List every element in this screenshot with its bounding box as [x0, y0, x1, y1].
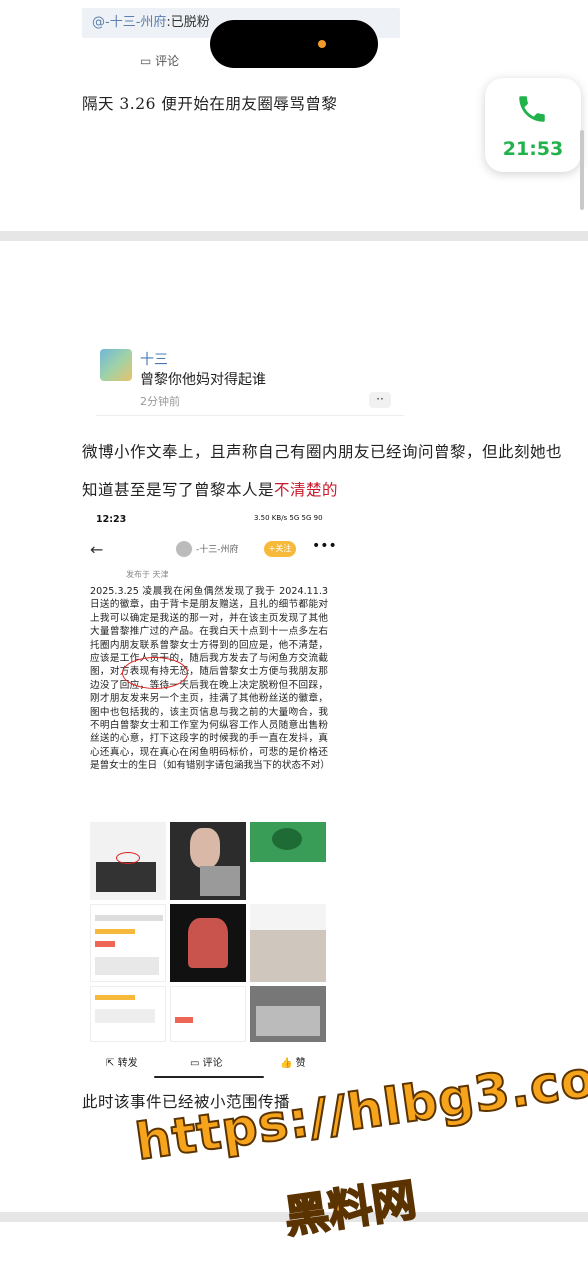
account-name[interactable]: -十三-州府 — [196, 542, 239, 555]
comment-button[interactable]: ▭ 评论 — [190, 1054, 223, 1069]
grid-image-4[interactable] — [90, 904, 166, 982]
repost-button[interactable]: ⇱ 转发 — [106, 1054, 138, 1069]
avatar[interactable] — [100, 349, 132, 381]
paragraph-3-text: 知道甚至是写了曾黎本人是 — [82, 481, 275, 499]
call-duration: 21:53 — [502, 138, 564, 160]
weibo-text: 曾黎你他妈对得起谁 — [140, 372, 266, 388]
paragraph-3: 知道甚至是写了曾黎本人是不清楚的 — [82, 478, 338, 500]
red-circle-annotation — [122, 657, 188, 689]
paragraph-1: 隔天 3.26 便开始在朋友圈辱骂曾黎 — [82, 95, 338, 113]
comment-action-top[interactable]: ▭ 评论 — [140, 52, 179, 69]
like-button[interactable]: 👍 赞 — [280, 1054, 306, 1069]
repost-icon: ⇱ — [106, 1058, 115, 1069]
grid-image-6[interactable] — [250, 904, 326, 982]
quoted-text: :已脱粉 — [166, 15, 210, 30]
comment-icon: ▭ — [190, 1058, 200, 1069]
section-divider — [0, 231, 588, 241]
grid-image-8[interactable] — [170, 986, 246, 1042]
paragraph-3-highlight: 不清楚的 — [274, 481, 339, 499]
grid-image-9[interactable] — [250, 986, 326, 1042]
watermark-brand: 黑料网 — [281, 1174, 421, 1245]
phone-icon — [519, 96, 545, 122]
more-button[interactable]: ·· — [369, 392, 391, 408]
embedded-screenshot: 12:23 3.50 KB/s 5G 5G 90 ← -十三-州府 +关注 ••… — [84, 506, 338, 1080]
post-location: 发布于 天津 — [126, 570, 169, 579]
follow-button[interactable]: +关注 — [264, 541, 296, 557]
grid-image-2[interactable] — [170, 822, 246, 900]
home-indicator — [154, 1076, 264, 1078]
back-icon[interactable]: ← — [90, 540, 103, 559]
status-icons: 3.50 KB/s 5G 5G 90 — [254, 514, 323, 522]
status-time: 12:23 — [96, 514, 127, 525]
grid-image-5[interactable] — [170, 904, 246, 982]
repost-label: 转发 — [117, 1058, 138, 1069]
grid-image-1[interactable] — [90, 822, 166, 900]
thumbs-up-icon: 👍 — [280, 1058, 293, 1069]
quoted-user[interactable]: @-十三-州府 — [92, 15, 166, 30]
comment-label: 评论 — [202, 1058, 223, 1069]
weibo-username[interactable]: 十三 — [140, 349, 168, 369]
paragraph-2: 微博小作文奉上，且声称自己有圈内朋友已经询问曾黎，但此刻她也 — [82, 443, 563, 461]
call-widget[interactable]: 21:53 — [485, 78, 581, 172]
more-icon[interactable]: ••• — [312, 538, 337, 554]
grid-image-7[interactable] — [90, 986, 166, 1042]
grid-image-3[interactable] — [250, 822, 326, 900]
comment-label: 评论 — [155, 54, 180, 68]
weibo-time: 2分钟前 — [140, 395, 180, 408]
account-avatar[interactable] — [176, 541, 192, 557]
like-label: 赞 — [295, 1058, 306, 1069]
comment-icon: ▭ — [140, 54, 152, 68]
recording-dot — [318, 40, 326, 48]
card-divider — [96, 415, 404, 416]
dynamic-island — [210, 20, 378, 68]
scrollbar[interactable] — [580, 130, 584, 210]
